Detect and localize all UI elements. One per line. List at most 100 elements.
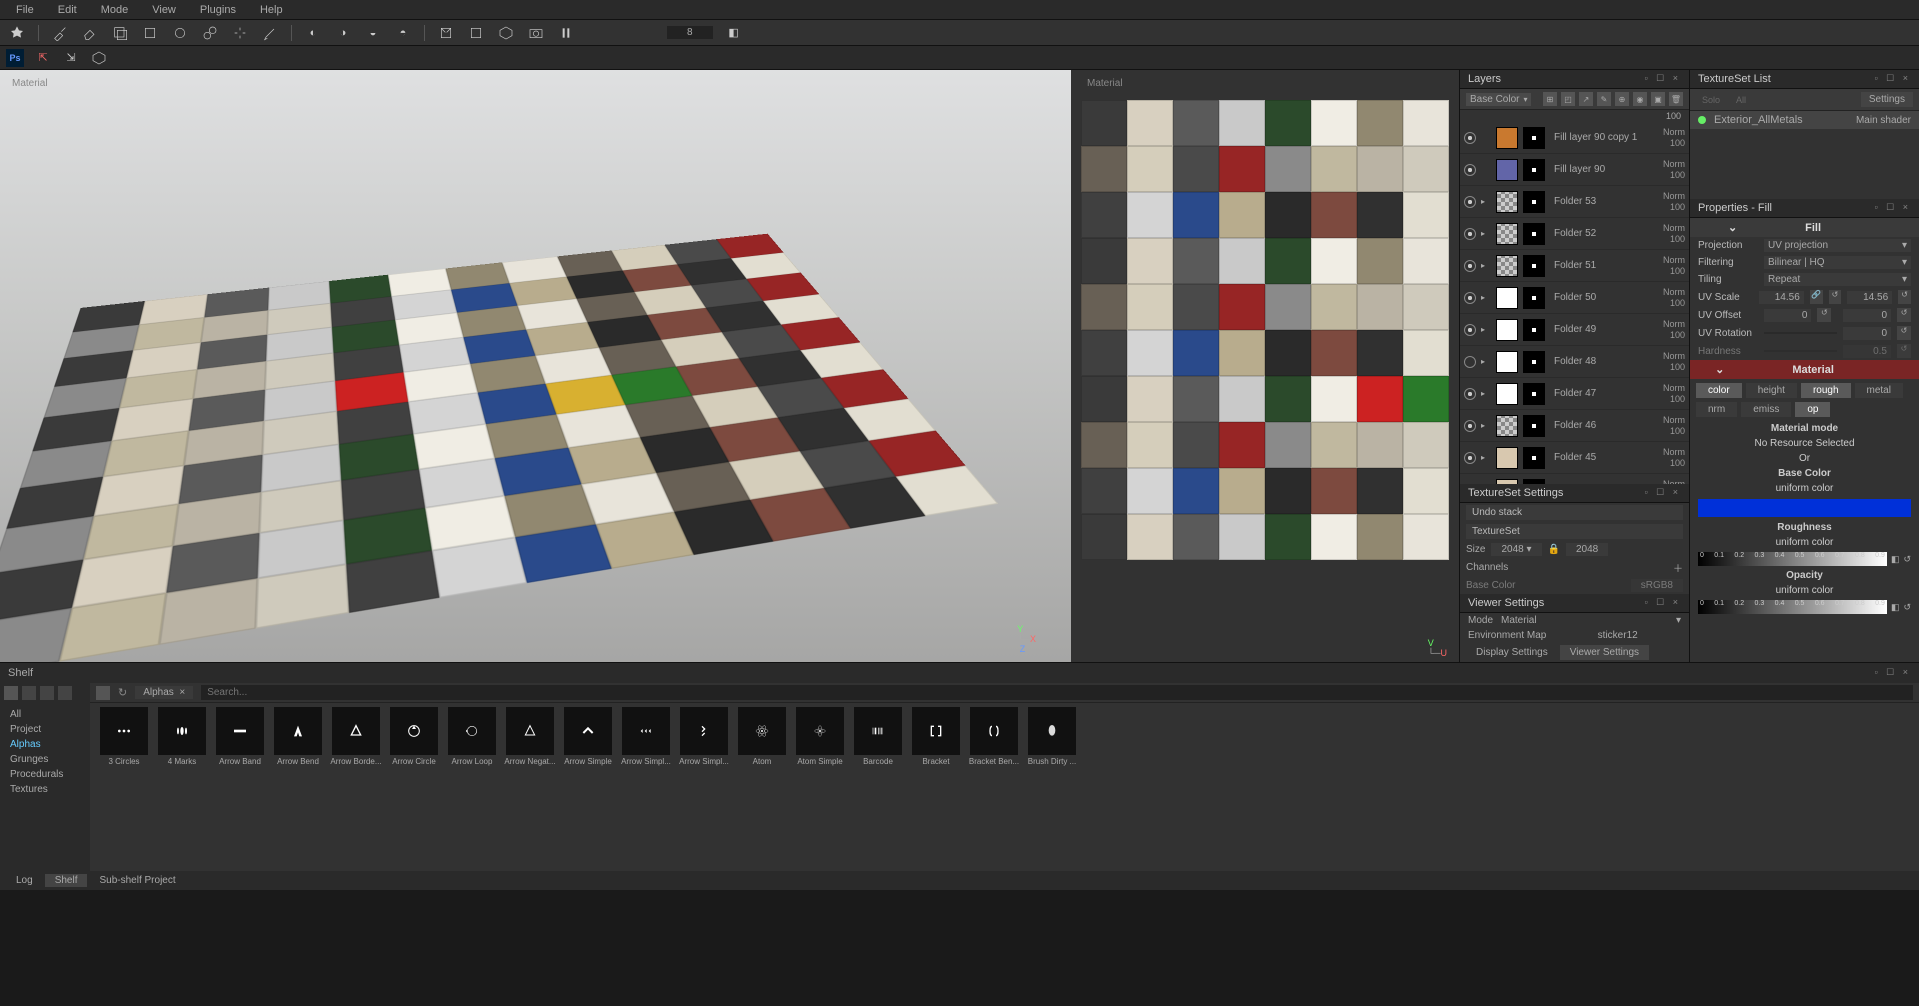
shelf-category[interactable]: Textures [0,782,90,797]
folder-toggle-icon[interactable]: ▸ [1481,421,1491,430]
link-icon[interactable]: 🔗 [1810,290,1823,304]
material-picker-icon[interactable] [261,24,279,42]
layer-thumbnail[interactable] [1496,319,1518,341]
layer-visibility-icon[interactable] [1464,260,1476,272]
shelf-item[interactable]: Arrow Borde... [330,707,382,867]
shelf-item[interactable]: 4 Marks [156,707,208,867]
layer-mask[interactable] [1523,351,1545,373]
layer-visibility-icon[interactable] [1464,324,1476,336]
layer-tool-icon[interactable]: ⊕ [1615,92,1629,106]
shelf-category[interactable]: Alphas [0,737,90,752]
folder-toggle-icon[interactable]: ▸ [1481,389,1491,398]
iray-icon[interactable] [497,24,515,42]
shelf-item[interactable]: Arrow Simple [562,707,614,867]
menu-plugins[interactable]: Plugins [188,2,248,18]
layer-thumbnail[interactable] [1496,159,1518,181]
menu-help[interactable]: Help [248,2,295,18]
shelf-category[interactable]: Project [0,722,90,737]
layer-thumbnail[interactable] [1496,191,1518,213]
opacity-slider[interactable]: 00.10.20.30.40.50.60.70.80.9◧↺ [1690,598,1919,616]
persp-icon[interactable] [437,24,455,42]
layer-row[interactable]: ▸Folder 53Norm100 [1460,186,1689,218]
camera-icon[interactable] [527,24,545,42]
layer-visibility-icon[interactable] [1464,452,1476,464]
substance-icon[interactable] [90,49,108,67]
sym2-icon[interactable]: ◑ [334,24,352,42]
menu-file[interactable]: File [4,2,46,18]
projection-dropdown[interactable]: UV projection▾ [1764,239,1911,252]
sym3-icon[interactable]: ◒ [364,24,382,42]
size-icon[interactable]: ◧ [725,24,743,42]
ortho-icon[interactable] [467,24,485,42]
shelf-category[interactable]: All [0,707,90,722]
viewport-2d[interactable]: Material V └─U [1075,70,1455,662]
channel-chip-color[interactable]: color [1696,383,1742,398]
layer-tool-icon[interactable]: ▣ [1651,92,1665,106]
shelf-items[interactable]: 3 Circles4 MarksArrow BandArrow BendArro… [90,703,1919,871]
shelf-item[interactable]: Arrow Simpl... [620,707,672,867]
layer-tool-icon[interactable]: ⊞ [1543,92,1557,106]
layer-thumbnail[interactable] [1496,255,1518,277]
filtering-dropdown[interactable]: Bilinear | HQ▾ [1764,256,1911,269]
layer-row[interactable]: Fill layer 90Norm100 [1460,154,1689,186]
shelf-item[interactable]: Bracket [910,707,962,867]
layer-thumbnail[interactable] [1496,479,1518,485]
projection-icon[interactable] [111,24,129,42]
folder-toggle-icon[interactable]: ▸ [1481,293,1491,302]
shelf-icon[interactable] [58,686,72,700]
shelf-item[interactable]: Atom [736,707,788,867]
particle-icon[interactable] [231,24,249,42]
shelf-item[interactable]: Arrow Circle [388,707,440,867]
layer-tool-icon[interactable]: ◰ [1561,92,1575,106]
lock-icon[interactable]: 🔒 [1548,544,1560,555]
solo-button[interactable]: Solo [1696,94,1726,106]
layer-row[interactable]: ▸Folder 45Norm100 [1460,442,1689,474]
textureset-field[interactable]: TextureSet [1466,524,1683,539]
material-section[interactable]: ⌄Material [1690,360,1919,379]
panel-window-icons[interactable]: ▫ ☐ × [1644,73,1681,85]
layer-thumbnail[interactable] [1496,383,1518,405]
shelf-item[interactable]: Arrow Bend [272,707,324,867]
ts-size2[interactable]: 2048 [1566,543,1608,556]
shelf-item[interactable]: Arrow Simpl... [678,707,730,867]
folder-toggle-icon[interactable]: ▸ [1481,325,1491,334]
layer-row[interactable]: ▸Folder 48Norm100 [1460,346,1689,378]
layer-row[interactable]: ▸Folder 52Norm100 [1460,218,1689,250]
layer-mask[interactable] [1523,287,1545,309]
layer-visibility-icon[interactable] [1464,356,1476,368]
layer-tool-icon[interactable]: ✎ [1597,92,1611,106]
all-button[interactable]: All [1730,94,1752,106]
menu-view[interactable]: View [140,2,188,18]
layer-tool-icon[interactable]: ◉ [1633,92,1647,106]
layer-mask[interactable] [1523,255,1545,277]
layer-visibility-icon[interactable] [1464,292,1476,304]
layer-visibility-icon[interactable] [1464,420,1476,432]
tab-display-settings[interactable]: Display Settings [1466,645,1558,660]
layer-tool-icon[interactable]: ↗ [1579,92,1593,106]
sym-icon[interactable]: ◐ [304,24,322,42]
photoshop-icon[interactable]: Ps [6,49,24,67]
layer-row[interactable]: ▸Folder 51Norm100 [1460,250,1689,282]
channel-chip-nrm[interactable]: nrm [1696,402,1737,417]
smudge-icon[interactable] [171,24,189,42]
layer-thumbnail[interactable] [1496,287,1518,309]
layer-visibility-icon[interactable] [1464,484,1476,485]
folder-toggle-icon[interactable]: ▸ [1481,453,1491,462]
layer-row[interactable]: ▸Folder 44Norm100 [1460,474,1689,484]
layer-thumbnail[interactable] [1496,415,1518,437]
ts-size-dropdown[interactable]: 2048 ▾ [1491,543,1541,556]
shelf-item[interactable]: 3 Circles [98,707,150,867]
layer-mask[interactable] [1523,159,1545,181]
viewport-3d[interactable]: Material Y └─X Z [0,70,1071,662]
roughness-slider[interactable]: 00.10.20.30.40.50.60.70.80.9◧↺ [1690,550,1919,568]
textureset-item[interactable]: Exterior_AllMetals Main shader [1690,111,1919,129]
shelf-item[interactable]: Bracket Ben... [968,707,1020,867]
ts-visible-icon[interactable] [1698,116,1706,124]
layer-mask[interactable] [1523,191,1545,213]
shelf-search-input[interactable] [201,685,1913,700]
shelf-category[interactable]: Grunges [0,752,90,767]
layer-mask[interactable] [1523,447,1545,469]
shelf-tab[interactable]: Alphas × [135,686,193,699]
layer-visibility-icon[interactable] [1464,388,1476,400]
basecolor-swatch[interactable] [1698,499,1911,517]
